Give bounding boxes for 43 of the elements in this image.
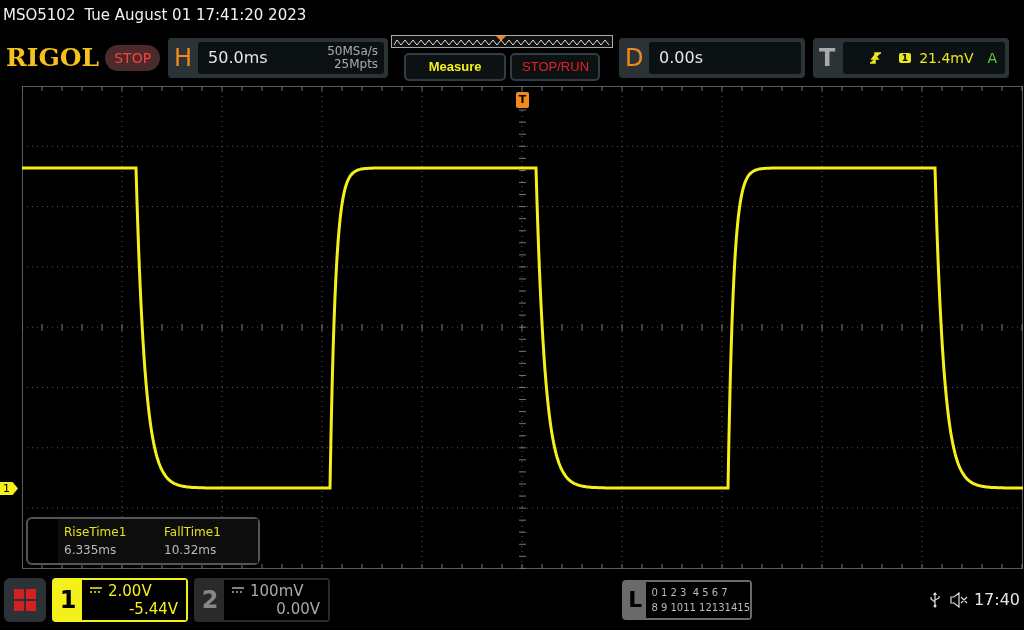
dc-coupling-icon [90, 587, 102, 594]
grid-squares-icon [14, 588, 36, 611]
channel-panel[interactable]: 1 2.00V -5.44V [52, 577, 188, 622]
measurement-name: FallTime1 [164, 525, 222, 539]
menu-button[interactable] [4, 577, 46, 622]
delay-panel[interactable]: D 0.00s [619, 37, 806, 78]
dc-coupling-icon [232, 587, 244, 594]
trigger-level: 21.4mV [919, 49, 974, 66]
channel-number: 1 [58, 585, 78, 614]
stop-run-button[interactable]: STOP/RUN [510, 52, 601, 81]
timebase-value: 50.0ms [208, 48, 268, 67]
channel-panel[interactable]: 2 100mV 0.00V [194, 577, 330, 622]
channel-offset-marker[interactable]: 1 [0, 482, 18, 495]
measurement-name: RiseTime1 [64, 525, 128, 539]
trigger-source-badge: 1 [898, 52, 912, 63]
horizontal-label: H [174, 43, 193, 72]
vertical-offset: 0.00V [276, 599, 320, 618]
vertical-scale: 2.00V [108, 581, 152, 600]
speaker-muted-icon[interactable] [949, 591, 968, 608]
model-name: MSO5102 [3, 6, 76, 24]
trigger-position-marker[interactable]: T [516, 92, 529, 108]
measurement-value: 6.335ms [64, 543, 118, 557]
delay-label: D [625, 43, 644, 72]
logic-label: L [627, 587, 644, 612]
date-time: Tue August 01 17:41:20 2023 [84, 6, 307, 24]
memory-depth: 25Mpts [333, 57, 379, 71]
vertical-scale: 100mV [250, 581, 304, 600]
usb-icon [929, 591, 940, 608]
clock-time: 17:40 [973, 590, 1020, 609]
delay-value: 0.00s [659, 48, 704, 67]
measurement-value: 10.32ms [164, 543, 218, 557]
measure-button[interactable]: Measure [404, 52, 507, 81]
run-state-badge: STOP [105, 44, 161, 71]
horizontal-panel[interactable]: H 50.0ms 50MSa/s 25Mpts [168, 37, 389, 78]
sample-rate: 50MSa/s [327, 44, 379, 58]
trigger-label: T [819, 43, 837, 72]
channel-number: 2 [200, 585, 220, 614]
trigger-panel[interactable]: T 1 21.4mV A [813, 37, 1010, 78]
vertical-offset: -5.44V [128, 599, 178, 618]
brand-logo: RIGOL [6, 43, 100, 72]
logic-channels: 8 9 1011 12131415 [651, 600, 750, 615]
trigger-mode: A [987, 49, 998, 66]
logic-channels: 0 1 2 3 4 5 6 7 [651, 585, 729, 600]
